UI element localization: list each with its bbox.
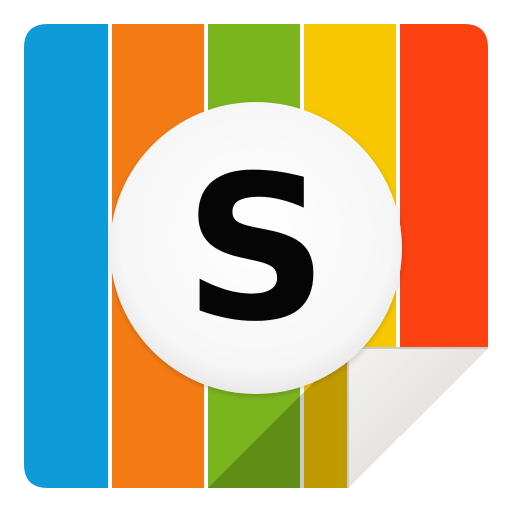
app-icon-graphic: S [24, 24, 488, 488]
logo-letter: S [184, 133, 328, 366]
page-curl [348, 348, 488, 488]
stripe-blue [24, 24, 108, 488]
app-icon[interactable]: S [0, 0, 512, 512]
